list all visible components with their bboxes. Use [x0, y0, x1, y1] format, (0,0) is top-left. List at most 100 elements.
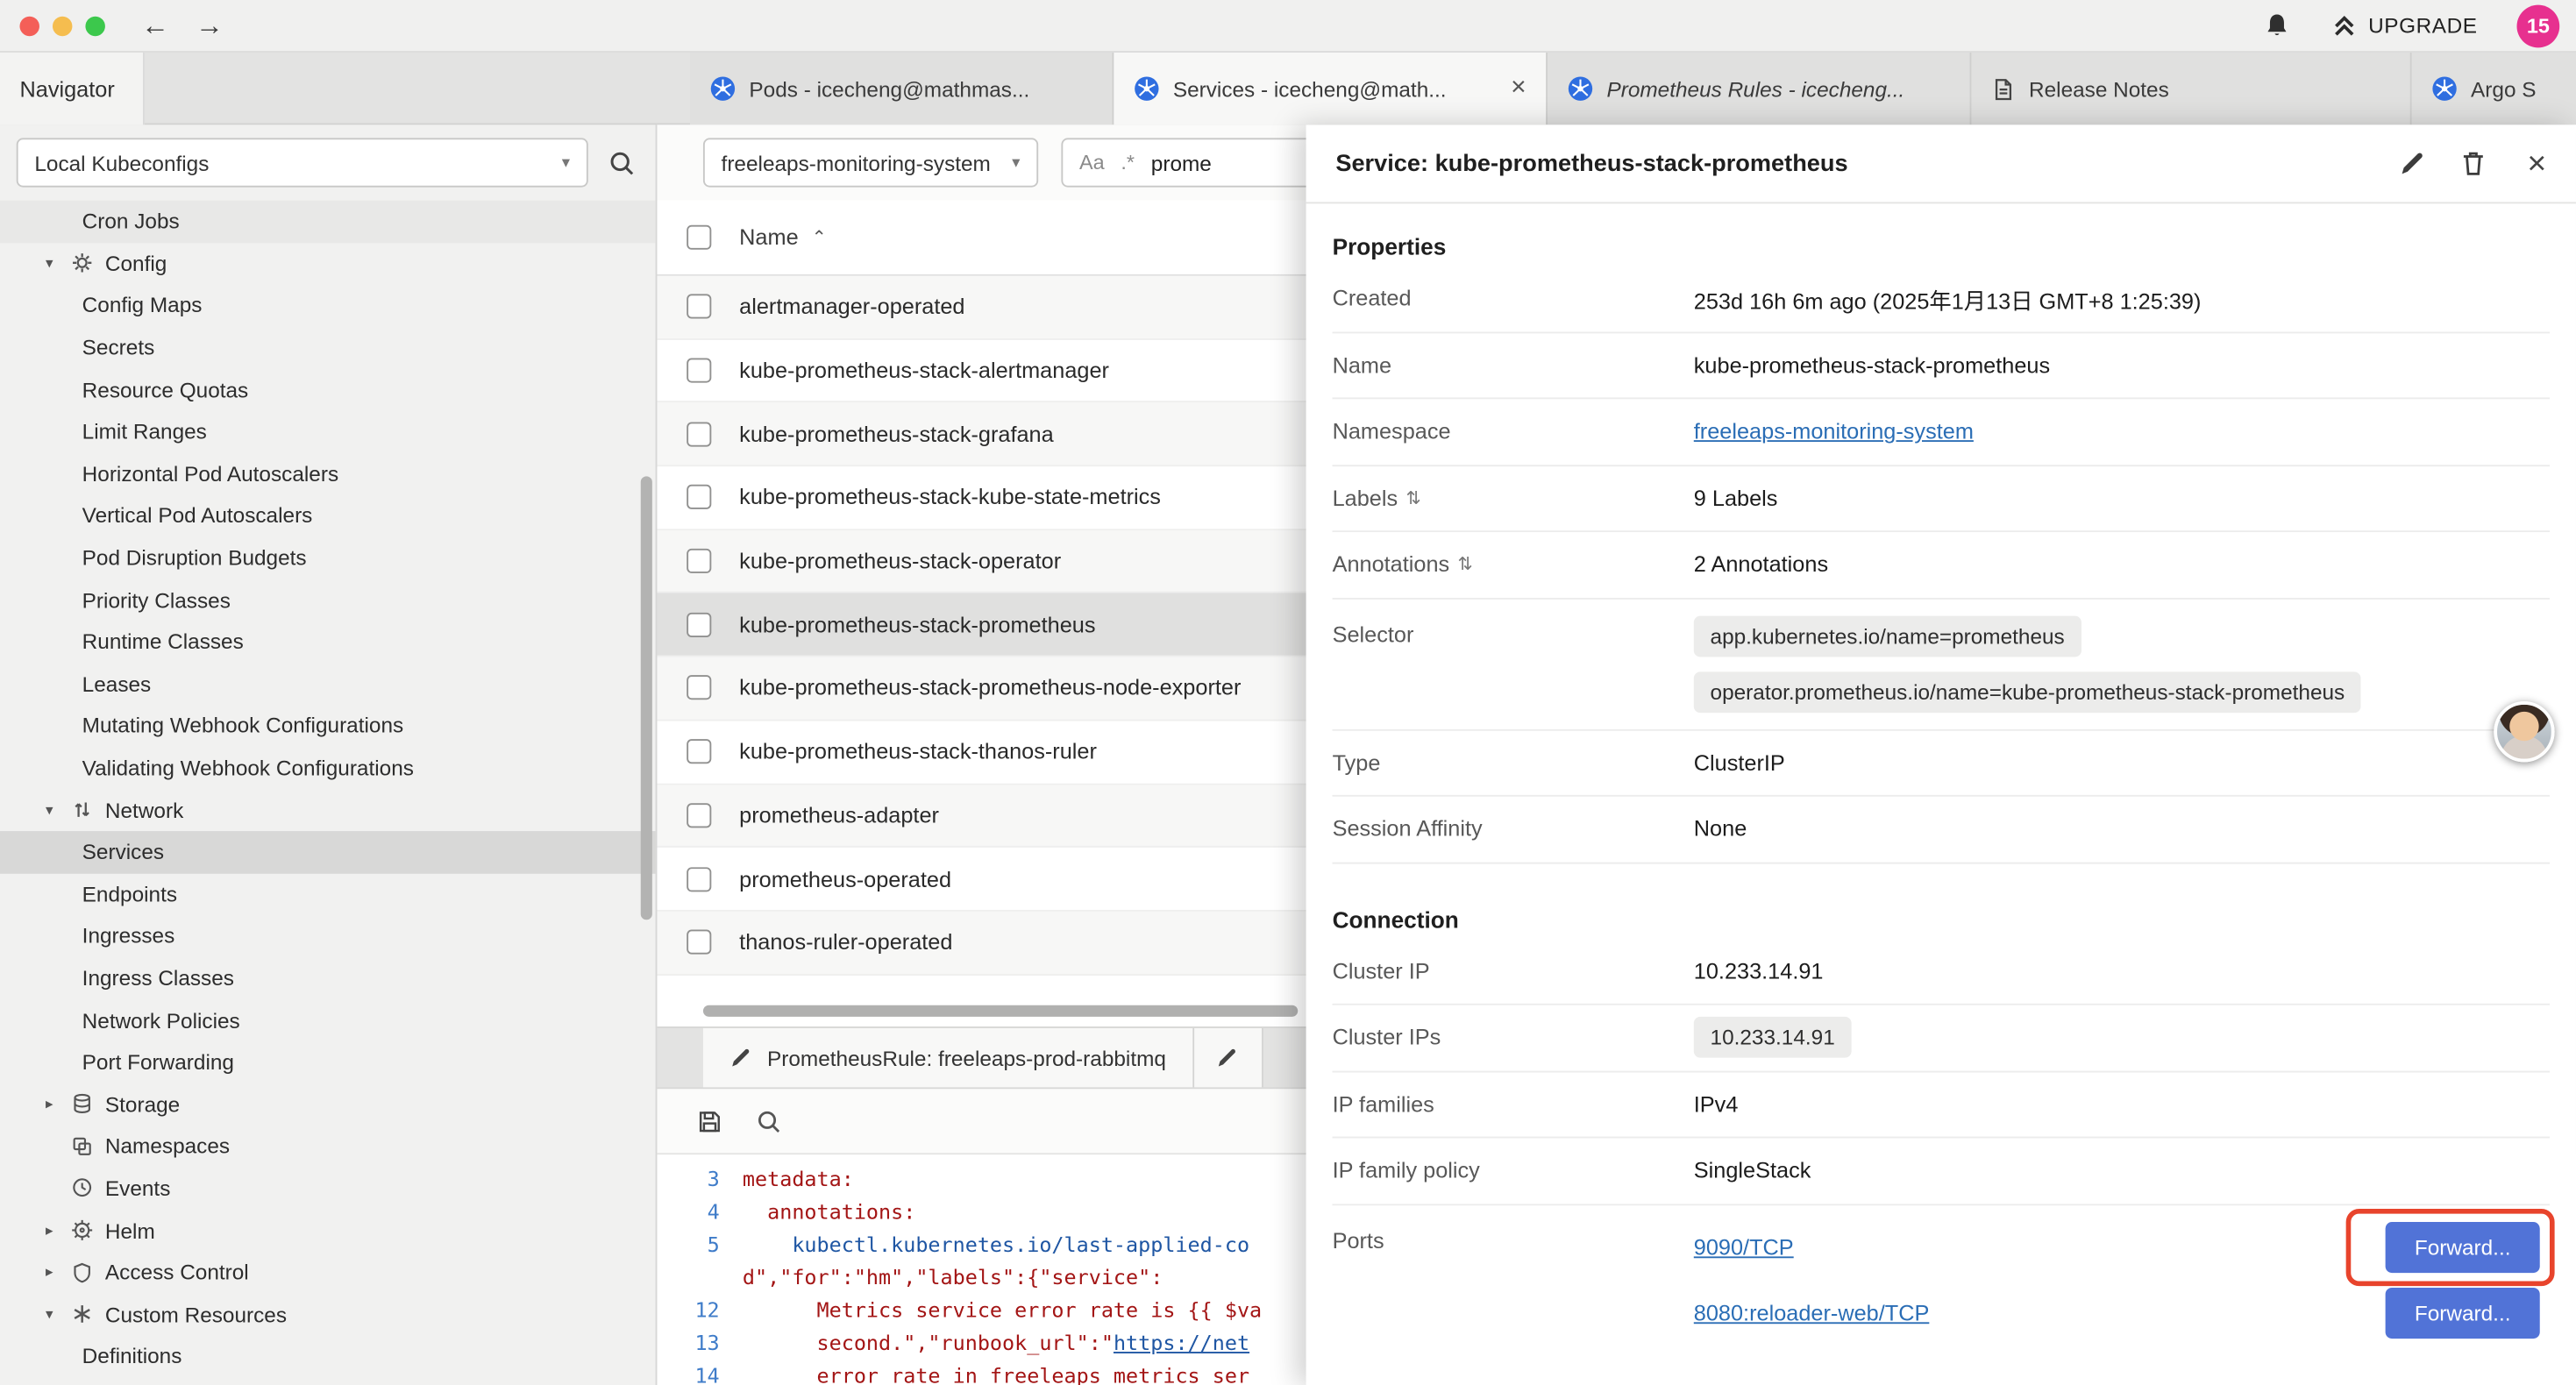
- sidebar-item-services[interactable]: Services: [0, 831, 656, 873]
- tab-prometheus-rules[interactable]: Prometheus Rules - icecheng...: [1548, 53, 1971, 124]
- dock-tab-prometheusrule[interactable]: PrometheusRule: freeleaps-prod-rabbitmq: [703, 1028, 1194, 1087]
- zoom-window-button[interactable]: [85, 16, 104, 35]
- tab-pods[interactable]: Pods - icecheng@mathmas...: [690, 53, 1114, 124]
- back-button[interactable]: ←: [141, 11, 169, 39]
- caret-right-icon: ▸: [39, 1095, 59, 1113]
- property-row-name: Name kube-prometheus-stack-prometheus: [1333, 332, 2550, 399]
- namespace-selector[interactable]: freeleaps-monitoring-system ▾: [703, 138, 1038, 187]
- sidebar-item-network-policies[interactable]: Network Policies: [0, 999, 656, 1041]
- name-column-header[interactable]: Name: [739, 225, 798, 250]
- notification-count-badge[interactable]: 15: [2517, 4, 2560, 47]
- sidebar-item-vertical-pod-autoscalers[interactable]: Vertical Pod Autoscalers: [0, 494, 656, 536]
- sidebar-item-leases[interactable]: Leases: [0, 663, 656, 705]
- row-checkbox[interactable]: [687, 739, 711, 764]
- storage-icon: [69, 1091, 96, 1118]
- document-tabs: Pods - icecheng@mathmas... Services - ic…: [690, 53, 2576, 124]
- sidebar-group-helm[interactable]: ▸ Helm: [0, 1210, 656, 1252]
- property-row-ip-family-policy: IP family policy SingleStack: [1333, 1138, 2550, 1204]
- row-checkbox[interactable]: [687, 422, 711, 446]
- save-icon[interactable]: [696, 1108, 722, 1134]
- property-row-labels: Labels⇅ 9 Labels: [1333, 465, 2550, 532]
- sidebar-item-secrets[interactable]: Secrets: [0, 326, 656, 368]
- row-checkbox[interactable]: [687, 803, 711, 827]
- sidebar-item-limit-ranges[interactable]: Limit Ranges: [0, 410, 656, 452]
- sidebar-item-validating-webhook-configurations[interactable]: Validating Webhook Configurations: [0, 747, 656, 789]
- expand-collapse-icon[interactable]: ⇅: [1406, 487, 1421, 508]
- port-link[interactable]: 9090/TCP: [1694, 1234, 1794, 1259]
- row-checkbox[interactable]: [687, 295, 711, 319]
- property-row-ip-families: IP families IPv4: [1333, 1072, 2550, 1139]
- minimize-window-button[interactable]: [53, 16, 72, 35]
- row-checkbox[interactable]: [687, 866, 711, 891]
- sidebar-item-ingresses[interactable]: Ingresses: [0, 915, 656, 957]
- tab-release-notes[interactable]: Release Notes: [1971, 53, 2411, 124]
- sidebar-search-icon[interactable]: [608, 149, 636, 177]
- sidebar-group-storage[interactable]: ▸ Storage: [0, 1083, 656, 1126]
- regex-toggle[interactable]: .*: [1121, 151, 1135, 174]
- row-checkbox[interactable]: [687, 549, 711, 573]
- sidebar-group-network[interactable]: ▾ Network: [0, 789, 656, 831]
- row-checkbox[interactable]: [687, 612, 711, 636]
- sidebar-item-pod-disruption-budgets[interactable]: Pod Disruption Budgets: [0, 536, 656, 579]
- kubernetes-icon: [709, 75, 736, 102]
- caret-down-icon: ▾: [39, 1305, 59, 1324]
- sidebar-item-resource-quotas[interactable]: Resource Quotas: [0, 368, 656, 410]
- app-window: ← → UPGRADE 15 Navigator Pods - icecheng…: [0, 0, 2576, 1385]
- sidebar-item-cron-jobs[interactable]: Cron Jobs: [0, 201, 656, 243]
- sidebar-scrollbar[interactable]: [641, 476, 652, 920]
- edit-pencil-icon[interactable]: [2399, 150, 2427, 178]
- cluster-ip-badge: 10.233.14.91: [1694, 1017, 1852, 1058]
- port-row: 9090/TCP Forward...: [1694, 1221, 2540, 1272]
- forward-port-button[interactable]: Forward...: [2386, 1287, 2540, 1338]
- namespace-link[interactable]: freeleaps-monitoring-system: [1694, 419, 1974, 444]
- close-tab-icon[interactable]: ×: [1511, 74, 1526, 103]
- sidebar-item-namespaces[interactable]: Namespaces: [0, 1126, 656, 1168]
- sidebar-item-events[interactable]: Events: [0, 1168, 656, 1210]
- property-row-created: Created 253d 16h 6m ago (2025年1月13日 GMT+…: [1333, 266, 2550, 333]
- kubeconfig-selector[interactable]: Local Kubeconfigs ▾: [17, 138, 588, 187]
- gear-icon: [69, 251, 96, 277]
- user-avatar[interactable]: [2494, 701, 2554, 762]
- sidebar-item-horizontal-pod-autoscalers[interactable]: Horizontal Pod Autoscalers: [0, 452, 656, 494]
- row-checkbox[interactable]: [687, 359, 711, 383]
- property-row-annotations: Annotations⇅ 2 Annotations: [1333, 532, 2550, 599]
- port-link[interactable]: 8080:reloader-web/TCP: [1694, 1300, 1930, 1325]
- kubernetes-icon: [1134, 75, 1160, 102]
- selector-badge: operator.prometheus.io/name=kube-prometh…: [1694, 671, 2361, 712]
- sidebar-item-priority-classes[interactable]: Priority Classes: [0, 579, 656, 621]
- caret-right-icon: ▸: [39, 1263, 59, 1282]
- notifications-bell-icon[interactable]: [2261, 11, 2291, 40]
- editor-search-icon[interactable]: [756, 1108, 782, 1134]
- tab-argo[interactable]: Argo S: [2412, 53, 2576, 124]
- property-row-cluster-ip: Cluster IP 10.233.14.91: [1333, 939, 2550, 1005]
- forward-port-button[interactable]: Forward...: [2386, 1221, 2540, 1272]
- sidebar-item-ingress-classes[interactable]: Ingress Classes: [0, 957, 656, 999]
- dock-tab[interactable]: [1194, 1028, 1263, 1087]
- row-checkbox[interactable]: [687, 486, 711, 510]
- sidebar-item-mutating-webhook-configurations[interactable]: Mutating Webhook Configurations: [0, 705, 656, 747]
- horizontal-scrollbar[interactable]: [703, 1005, 1298, 1017]
- sidebar-item-runtime-classes[interactable]: Runtime Classes: [0, 621, 656, 663]
- upgrade-icon: [2330, 12, 2357, 39]
- select-all-checkbox[interactable]: [687, 225, 711, 250]
- sidebar-item-config-maps[interactable]: Config Maps: [0, 285, 656, 327]
- forward-button[interactable]: →: [196, 11, 224, 39]
- property-row-type: Type ClusterIP: [1333, 730, 2550, 797]
- expand-collapse-icon[interactable]: ⇅: [1458, 554, 1473, 575]
- upgrade-button[interactable]: UPGRADE: [2330, 12, 2477, 39]
- delete-trash-icon[interactable]: [2460, 150, 2488, 178]
- sidebar-item-port-forwarding[interactable]: Port Forwarding: [0, 1041, 656, 1083]
- match-case-toggle[interactable]: Aa: [1079, 151, 1105, 174]
- sort-ascending-icon: ⌃: [812, 227, 827, 248]
- sidebar-group-custom-resources[interactable]: ▾ Custom Resources: [0, 1293, 656, 1335]
- sidebar-item-definitions[interactable]: Definitions: [0, 1335, 656, 1377]
- sidebar-group-access-control[interactable]: ▸ Access Control: [0, 1251, 656, 1293]
- row-checkbox[interactable]: [687, 930, 711, 955]
- titlebar: ← → UPGRADE 15: [0, 0, 2576, 53]
- tab-services[interactable]: Services - icecheng@math... ×: [1114, 53, 1548, 124]
- close-window-button[interactable]: [19, 16, 39, 35]
- row-checkbox[interactable]: [687, 676, 711, 700]
- drawer-close-icon[interactable]: ×: [2527, 147, 2546, 180]
- sidebar-group-config[interactable]: ▾ Config: [0, 243, 656, 285]
- sidebar-item-endpoints[interactable]: Endpoints: [0, 873, 656, 915]
